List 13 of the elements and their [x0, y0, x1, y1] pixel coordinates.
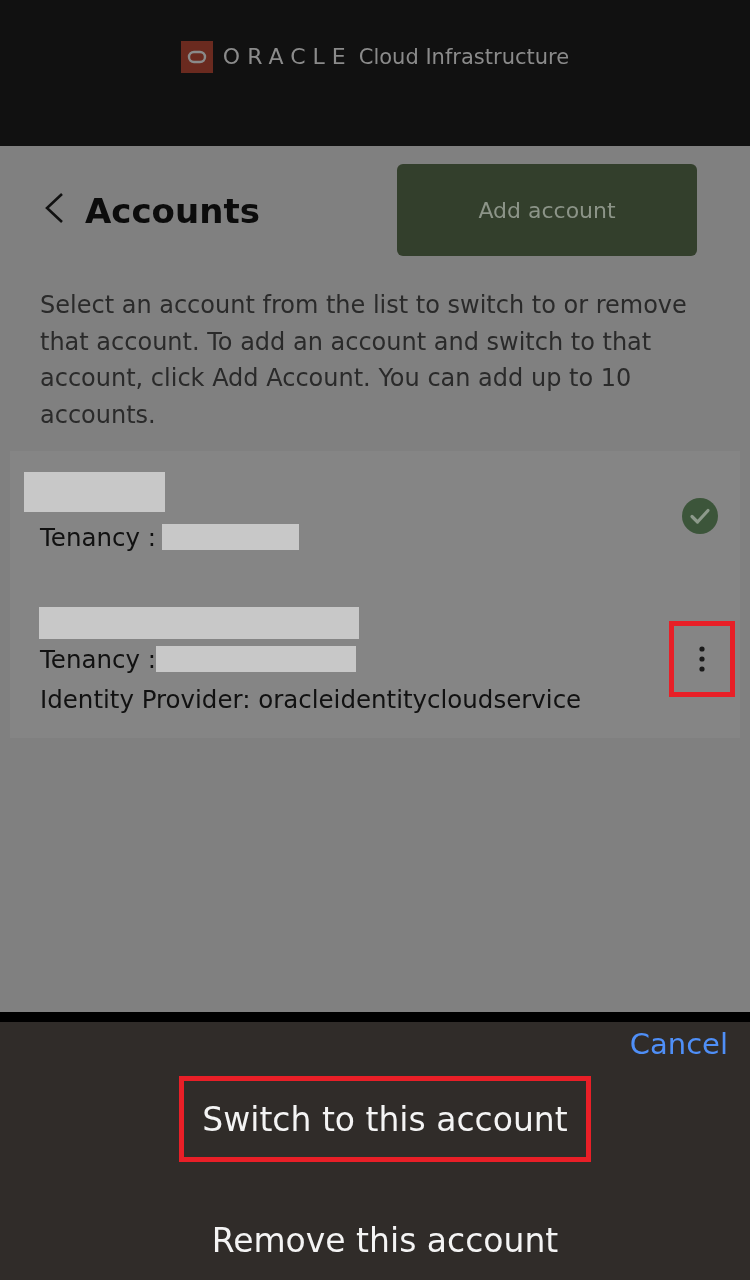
add-account-button[interactable]: Add account [397, 164, 697, 256]
product-name: Cloud Infrastructure [358, 44, 570, 71]
tenancy-label: Tenancy : [40, 644, 156, 674]
page-title: Accounts [85, 191, 260, 231]
identity-provider-text: Identity Provider: oracleidentitycloudservice [40, 684, 582, 714]
brand-wordmark: ORACLE [222, 43, 353, 71]
cancel-button[interactable]: Cancel [629, 1023, 728, 1065]
more-icon [699, 645, 705, 672]
action-button[interactable]: Remove this account [193, 1213, 577, 1268]
description-text: Select an account from the list to switch to or remove that account. To add an account and switch to that account, click Add Account. You can add up to 10 accounts. [40, 290, 688, 431]
action-button[interactable]: Switch to this account [179, 1076, 591, 1162]
logo-icon [180, 41, 213, 73]
tenancy-label: Tenancy : [40, 522, 156, 552]
